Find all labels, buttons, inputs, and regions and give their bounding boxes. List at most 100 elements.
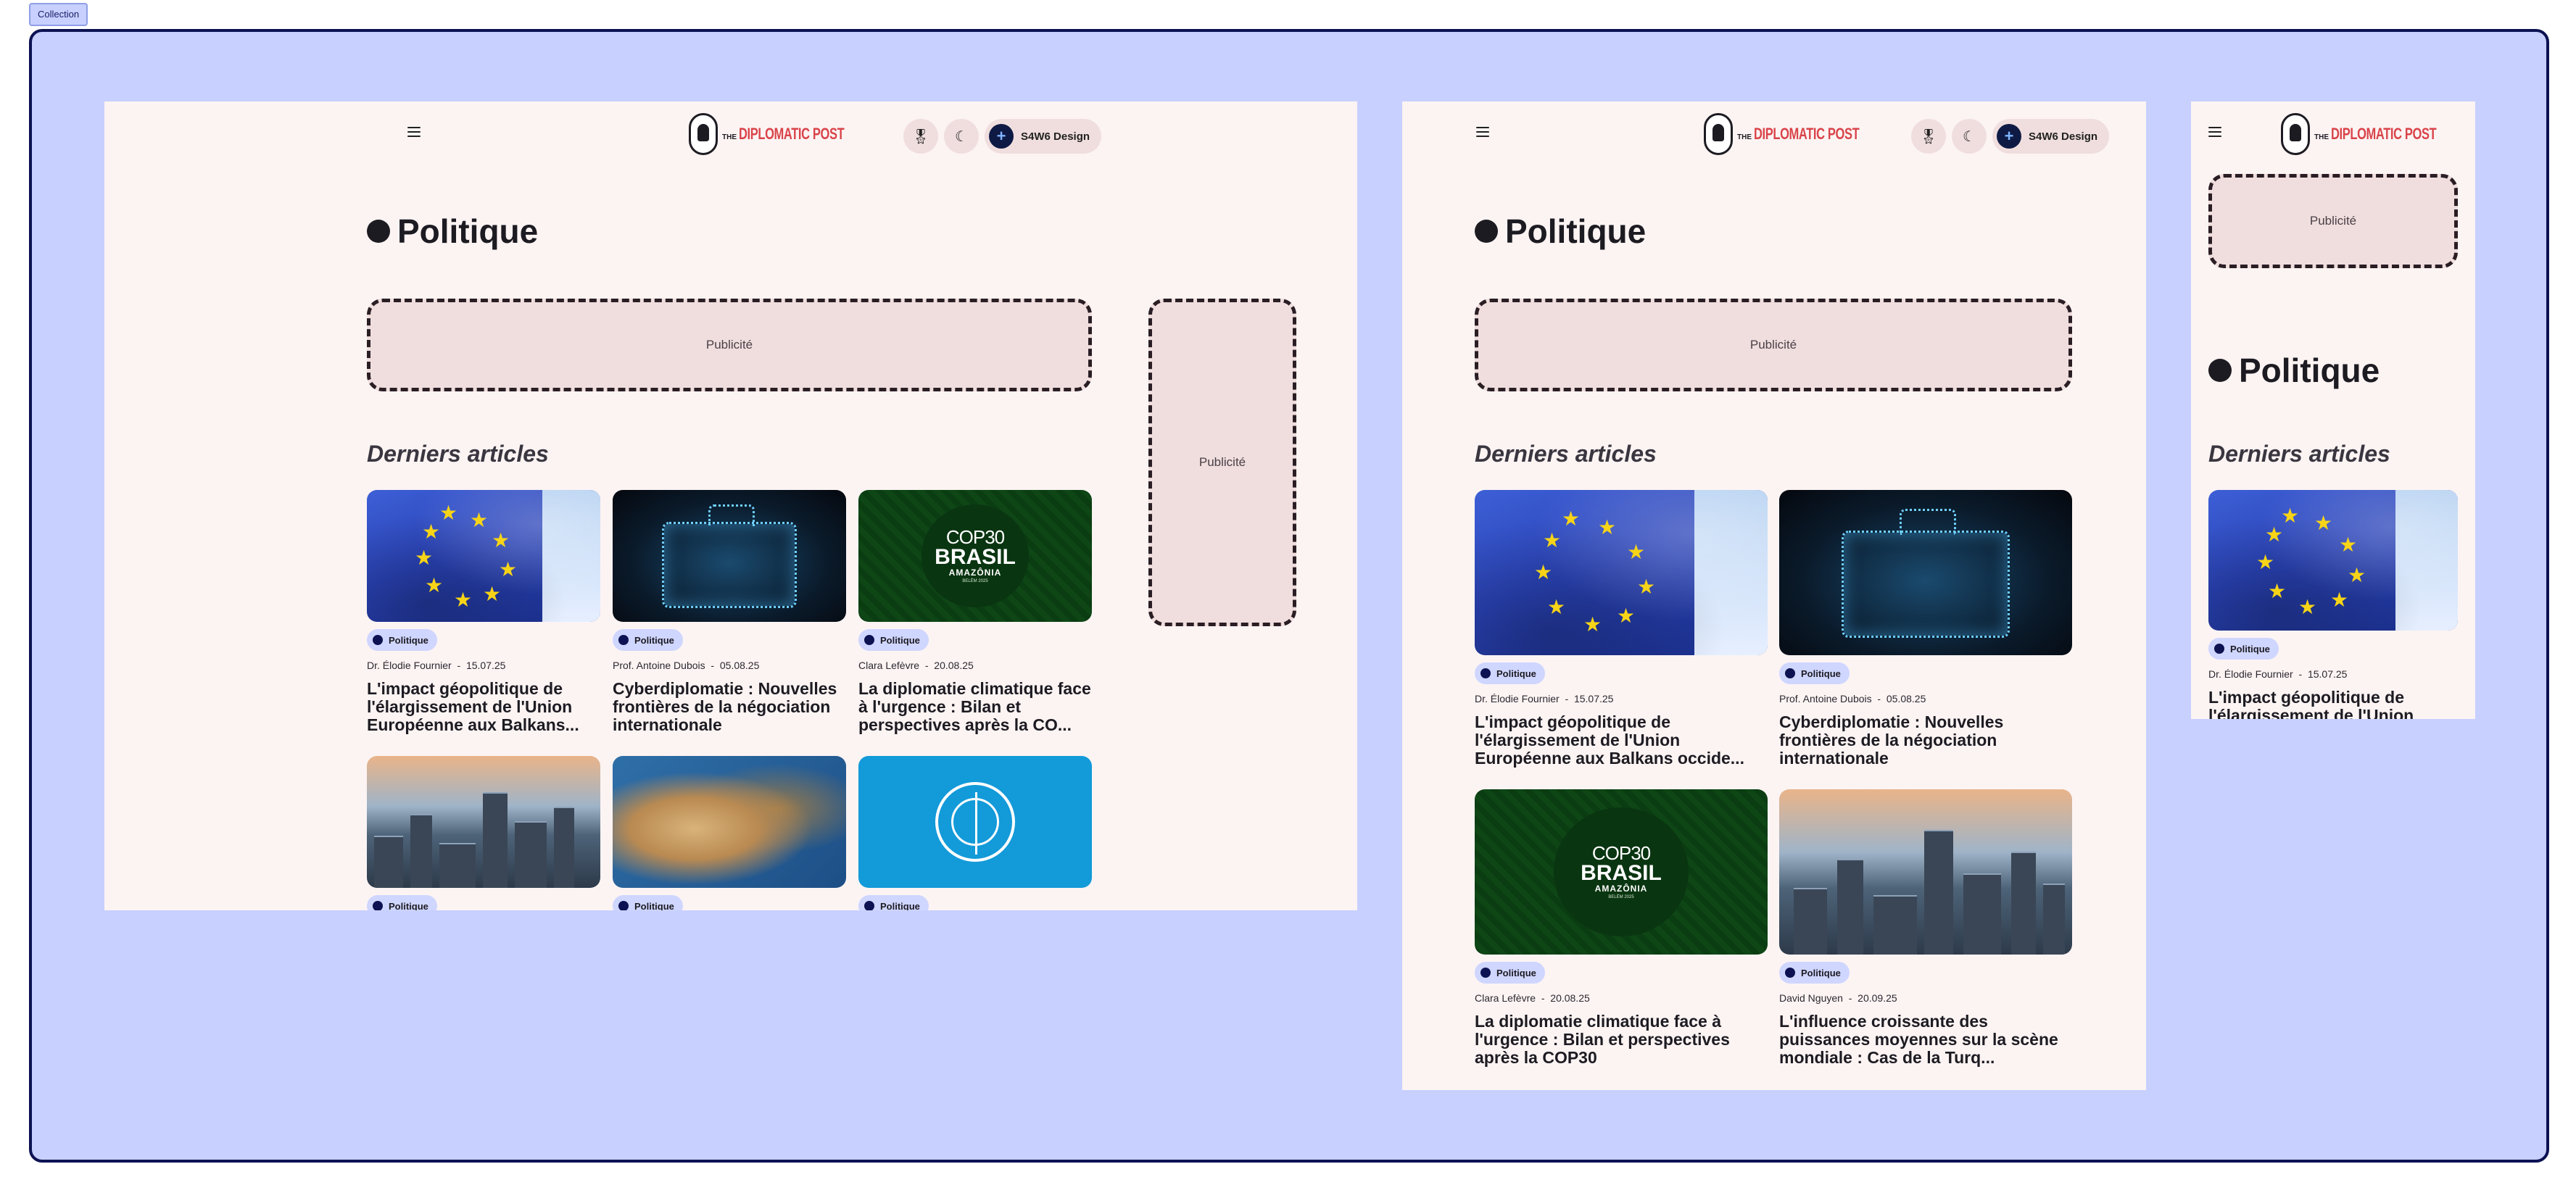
hamburger-menu-icon[interactable] [1476, 127, 1489, 137]
article-meta: Clara Lefèvre - 20.08.25 [1475, 992, 1590, 1004]
category-badge[interactable]: Politique [2208, 638, 2279, 660]
workspace-button[interactable]: + S4W6 Design [985, 119, 1102, 154]
article-card[interactable]: Politique [367, 756, 600, 910]
site-logo[interactable]: THE DIPLOMATIC POST [1704, 113, 1894, 155]
article-card[interactable]: ★ ★ ★ ★ ★ ★ ★ ★ ★ Politique Dr. Élodie Fournier … [2208, 490, 2458, 719]
article-grid: ★ ★ ★ ★ ★ ★ ★ ★ ★ Politique Dr. Élodie Fournier … [2208, 490, 2458, 719]
article-card[interactable]: Politique Prof. Antoine Dubois - 05.08.2… [613, 490, 846, 734]
section-title: Derniers articles [367, 441, 549, 467]
category-dot-icon [618, 901, 629, 910]
ad-banner[interactable]: Publicité [367, 299, 1092, 391]
category-badge[interactable]: Politique [1779, 662, 1850, 684]
category-badge[interactable]: Politique [613, 895, 683, 910]
article-meta: Clara Lefèvre - 20.08.25 [858, 660, 974, 671]
plus-icon: + [989, 124, 1014, 149]
page-title-text: Politique [2239, 352, 2380, 389]
design-canvas: THE DIPLOMATIC POST 🎖 ☾ + S4W6 Design Poli… [29, 29, 2549, 1163]
ad-label: Publicité [705, 338, 753, 352]
collection-label[interactable]: Collection [29, 3, 88, 26]
section-title: Derniers articles [1475, 441, 1657, 467]
article-title[interactable]: La diplomatie climatique face à l'urgenc… [858, 680, 1092, 734]
tablet-frame: THE DIPLOMATIC POST 🎖 ☾ + S4W6 Design Poli… [1402, 101, 2146, 1090]
article-card[interactable]: Politique David Nguyen - 20.09.25 L'infl… [1779, 789, 2072, 1067]
article-image-un[interactable] [858, 756, 1092, 888]
article-card[interactable]: COP30 BRASIL AMAZÔNIA BELÉM 2025 Politique … [1475, 789, 1768, 1067]
logo-prefix: THE [1737, 133, 1752, 141]
category-badge[interactable]: Politique [613, 629, 683, 651]
logo-prefix: THE [722, 133, 737, 141]
medal-icon[interactable]: 🎖 [903, 119, 938, 154]
category-dot-icon [1785, 968, 1795, 978]
workspace-button[interactable]: + S4W6 Design [1992, 119, 2110, 154]
article-title[interactable]: Cyberdiplomatie : Nouvelles frontières d… [1779, 713, 2072, 768]
article-title[interactable]: Cyberdiplomatie : Nouvelles frontières d… [613, 680, 846, 734]
article-image-city[interactable] [1779, 789, 2072, 955]
category-dot-icon [373, 901, 383, 910]
article-image-eu-flag[interactable]: ★ ★ ★ ★ ★ ★ ★ ★ ★ [1475, 490, 1768, 655]
article-meta: Dr. Élodie Fournier - 15.07.25 [2208, 668, 2348, 680]
category-dot-icon [1480, 668, 1491, 678]
category-badge[interactable]: Politique [1475, 662, 1545, 684]
page-title-text: Politique [1505, 212, 1647, 250]
article-card[interactable]: Politique [613, 756, 846, 910]
ad-label: Publicité [1198, 455, 1246, 469]
category-dot-icon [1480, 968, 1491, 978]
article-card[interactable]: Politique [858, 756, 1092, 910]
category-badge[interactable]: Politique [367, 629, 437, 651]
article-image-city[interactable] [367, 756, 600, 888]
article-title[interactable]: L'impact géopolitique de l'élargissement… [367, 680, 600, 734]
category-dot-icon [1785, 668, 1795, 678]
site-logo[interactable]: THE DIPLOMATIC POST [2281, 113, 2472, 155]
article-image-cop30[interactable]: COP30 BRASIL AMAZÔNIA BELÉM 2025 [858, 490, 1092, 622]
hamburger-menu-icon[interactable] [2208, 127, 2221, 137]
ad-label: Publicité [2309, 214, 2357, 228]
logo-emblem-icon [1704, 113, 1733, 155]
ad-banner[interactable]: Publicité [1475, 299, 2072, 391]
page-title: Politique [367, 212, 538, 251]
header-actions: 🎖 ☾ + S4W6 Design [1911, 119, 2110, 154]
article-image-briefcase[interactable] [613, 490, 846, 622]
article-title[interactable]: L'impact géopolitique de l'élargissement… [2208, 689, 2458, 719]
ad-sidebar[interactable]: Publicité [1148, 299, 1296, 626]
category-badge[interactable]: Politique [858, 629, 929, 651]
moon-icon[interactable]: ☾ [1952, 119, 1987, 154]
article-title[interactable]: L'influence croissante des puissances mo… [1779, 1013, 2072, 1067]
ad-label: Publicité [1749, 338, 1797, 352]
article-card[interactable]: ★ ★ ★ ★ ★ ★ ★ ★ ★ Politique Dr. Élodie Fournier … [367, 490, 600, 734]
plus-icon: + [1997, 124, 2021, 149]
article-grid: ★ ★ ★ ★ ★ ★ ★ ★ ★ Politique Dr. Élodie Fournier … [1475, 490, 2072, 1067]
article-meta: Dr. Élodie Fournier - 15.07.25 [367, 660, 506, 671]
title-bullet-icon [1475, 220, 1498, 243]
ad-banner[interactable]: Publicité [2208, 174, 2458, 268]
article-meta: David Nguyen - 20.09.25 [1779, 992, 1897, 1004]
category-dot-icon [373, 635, 383, 645]
desktop-frame: THE DIPLOMATIC POST 🎖 ☾ + S4W6 Design Poli… [104, 101, 1357, 910]
workspace-label: S4W6 Design [2029, 130, 2098, 143]
article-image-eu-flag[interactable]: ★ ★ ★ ★ ★ ★ ★ ★ ★ [367, 490, 600, 622]
article-title[interactable]: L'impact géopolitique de l'élargissement… [1475, 713, 1768, 768]
category-badge[interactable]: Politique [367, 895, 437, 910]
article-card[interactable]: COP30 BRASIL AMAZÔNIA BELÉM 2025 Politique … [858, 490, 1092, 734]
hamburger-menu-icon[interactable] [407, 127, 421, 137]
category-dot-icon [2214, 644, 2224, 654]
category-dot-icon [618, 635, 629, 645]
title-bullet-icon [2208, 359, 2232, 382]
site-logo[interactable]: THE DIPLOMATIC POST [689, 113, 879, 155]
article-card[interactable]: ★ ★ ★ ★ ★ ★ ★ ★ ★ Politique Dr. Élodie Fournier … [1475, 490, 1768, 768]
article-card[interactable]: Politique Prof. Antoine Dubois - 05.08.2… [1779, 490, 2072, 768]
medal-icon[interactable]: 🎖 [1911, 119, 1946, 154]
category-badge[interactable]: Politique [1475, 962, 1545, 984]
article-grid: ★ ★ ★ ★ ★ ★ ★ ★ ★ Politique Dr. Élodie Fournier … [367, 490, 1092, 910]
header-actions: 🎖 ☾ + S4W6 Design [903, 119, 1102, 154]
article-title[interactable]: La diplomatie climatique face à l'urgenc… [1475, 1013, 1768, 1067]
category-badge[interactable]: Politique [1779, 962, 1850, 984]
article-image-eu-flag[interactable]: ★ ★ ★ ★ ★ ★ ★ ★ ★ [2208, 490, 2458, 631]
moon-icon[interactable]: ☾ [944, 119, 979, 154]
article-image-cop30[interactable]: COP30 BRASIL AMAZÔNIA BELÉM 2025 [1475, 789, 1768, 955]
article-image-briefcase[interactable] [1779, 490, 2072, 655]
category-badge[interactable]: Politique [858, 895, 929, 910]
article-image-map[interactable] [613, 756, 846, 888]
un-emblem-icon [935, 782, 1015, 862]
article-meta: Prof. Antoine Dubois - 05.08.25 [613, 660, 760, 671]
logo-name: DIPLOMATIC POST [1754, 125, 1860, 143]
